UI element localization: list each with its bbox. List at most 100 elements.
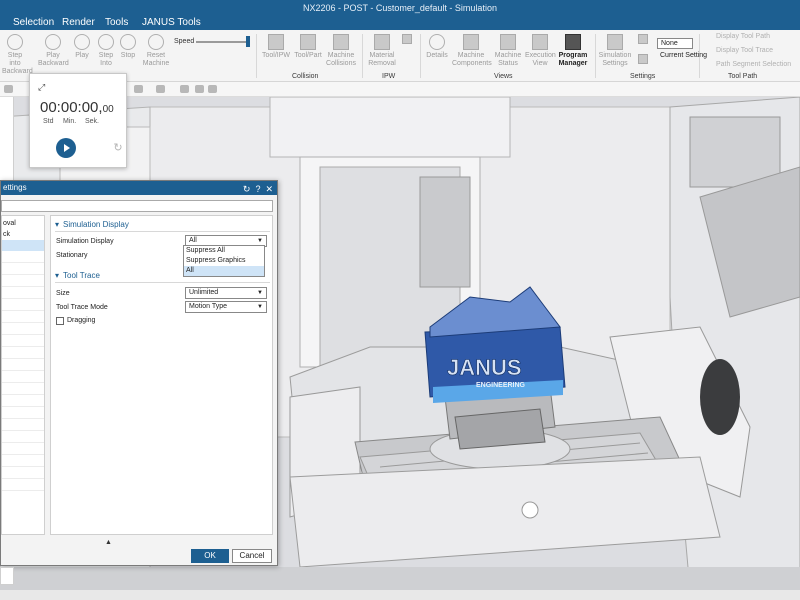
tool-part-icon (300, 34, 316, 50)
group-label-views: Views (494, 73, 513, 80)
window-title: NX2206 - POST - Customer_default - Simul… (303, 3, 497, 13)
dragging-label: Dragging (67, 317, 96, 324)
current-setting-field[interactable]: None (657, 38, 693, 49)
material-removal-icon (374, 34, 390, 50)
list-item[interactable]: ck (2, 229, 44, 240)
menu-tools[interactable]: Tools (105, 17, 128, 28)
step-into-button[interactable]: Step Into (95, 34, 117, 68)
timer-unit-minutes: Min. (63, 118, 77, 125)
display-tool-trace-button[interactable]: Display Tool Trace (716, 47, 773, 54)
settings-edit-button[interactable] (636, 54, 650, 66)
speed-slider-thumb[interactable] (246, 36, 250, 47)
tool-ipw-button[interactable]: Tool/IPW (262, 34, 290, 60)
machine-collisions-button[interactable]: Machine Collisions (325, 34, 357, 68)
menu-render[interactable]: Render (62, 17, 95, 28)
settings-category-list: oval ck (1, 215, 45, 535)
snap-icon[interactable] (134, 85, 143, 93)
group-label-ipw: IPW (382, 73, 396, 80)
group-label-tool-path: Tool Path (728, 73, 758, 80)
simulation-timer-popup: ⤢ 00:00:00,00 Std Min. Sek. ↻ (29, 73, 127, 168)
list-divider (2, 406, 44, 407)
machine-components-icon (463, 34, 479, 50)
reset-icon (148, 34, 164, 50)
help-icon[interactable]: ? (255, 184, 260, 194)
machine-status-button[interactable]: Machine Status (493, 34, 523, 68)
dragging-checkbox[interactable] (56, 317, 64, 325)
list-divider (2, 442, 44, 443)
list-divider (2, 346, 44, 347)
ribbon-separator (420, 34, 421, 78)
list-divider (2, 490, 44, 491)
stop-button[interactable]: Stop (118, 34, 138, 60)
step-back-button[interactable]: Step into Backward (2, 34, 33, 76)
list-item[interactable]: oval (2, 218, 44, 229)
menu-selection[interactable]: Selection (13, 17, 54, 28)
simulation-settings-button[interactable]: Simulation Settings (598, 34, 632, 68)
play-icon (74, 34, 90, 50)
group-label-settings: Settings (630, 73, 656, 80)
machine-components-button[interactable]: Machine Components (452, 34, 492, 68)
simulation-display-dropdown: Suppress All Suppress Graphics All (183, 245, 265, 277)
list-divider (2, 370, 44, 371)
show-icon[interactable] (195, 85, 204, 93)
timer-play-button[interactable] (56, 138, 76, 158)
list-divider (2, 466, 44, 467)
ribbon-separator (256, 34, 257, 78)
list-divider (2, 478, 44, 479)
timer-reset-icon[interactable]: ↻ (110, 140, 126, 156)
visibility-icon[interactable] (180, 85, 189, 93)
option-suppress-graphics[interactable]: Suppress Graphics (184, 256, 264, 266)
cancel-button[interactable]: Cancel (232, 549, 272, 563)
section-divider (55, 282, 270, 283)
tool-part-button[interactable]: Tool/Part (293, 34, 323, 60)
size-select[interactable]: Unlimited ▼ (185, 287, 267, 299)
current-setting-label: Current Setting (660, 52, 708, 59)
path-segment-selection-button[interactable]: Path Segment Selection (716, 61, 791, 68)
execution-view-icon (532, 34, 548, 50)
filter-icon[interactable] (4, 85, 13, 93)
hide-icon[interactable] (208, 85, 217, 93)
refresh-icon[interactable]: ↻ (243, 184, 251, 194)
list-divider (2, 322, 44, 323)
step-into-icon (98, 34, 114, 50)
list-item-selected[interactable] (2, 240, 44, 251)
list-divider (2, 418, 44, 419)
program-manager-button[interactable]: Program Manager (557, 34, 589, 68)
play-button[interactable]: Play (71, 34, 93, 60)
chevron-down-icon: ▼ (257, 290, 263, 296)
section-divider (55, 231, 270, 232)
expand-icon[interactable]: ⤢ (38, 82, 45, 93)
settings-list-button[interactable] (636, 34, 650, 46)
dialog-search-input[interactable] (1, 200, 273, 212)
settings-edit-icon (638, 54, 648, 64)
execution-view-button[interactable]: Execution View (525, 34, 556, 68)
ok-button[interactable]: OK (191, 549, 229, 563)
option-all[interactable]: All (184, 266, 264, 276)
menu-janus-tools[interactable]: JANUS Tools (142, 17, 201, 28)
tool-trace-mode-select[interactable]: Motion Type ▼ (185, 301, 267, 313)
section-tool-trace[interactable]: Tool Trace (55, 271, 100, 280)
section-simulation-display[interactable]: Simulation Display (55, 220, 129, 229)
details-button[interactable]: Details (424, 34, 450, 60)
option-suppress-all[interactable]: Suppress All (184, 246, 264, 256)
stationary-label: Stationary (56, 252, 88, 259)
close-icon[interactable]: ✕ (265, 184, 273, 194)
list-divider (2, 454, 44, 455)
left-bottom-strip (0, 567, 14, 585)
step-back-icon (7, 34, 23, 50)
display-tool-path-button[interactable]: Display Tool Path (716, 33, 770, 40)
title-bar: NX2206 - POST - Customer_default - Simul… (0, 0, 800, 30)
settings-dialog: ettings ↻? ✕ oval ck Simulation Display S… (0, 180, 278, 566)
view-icon[interactable] (156, 85, 165, 93)
ipw-tool-icon (402, 34, 412, 44)
list-divider (2, 310, 44, 311)
reset-machine-button[interactable]: Reset Machine (141, 34, 171, 68)
play-backward-button[interactable]: Play Backward (38, 34, 69, 68)
material-removal-button[interactable]: Material Removal (367, 34, 397, 68)
ipw-extra-button[interactable] (400, 34, 414, 46)
collapse-arrow-icon[interactable]: ▲ (105, 539, 112, 546)
speed-slider[interactable] (196, 41, 248, 43)
dialog-title-bar[interactable]: ettings ↻? ✕ (1, 181, 277, 195)
status-bar (0, 590, 800, 600)
part-subtitle-text: ENGINEERING (476, 382, 526, 389)
